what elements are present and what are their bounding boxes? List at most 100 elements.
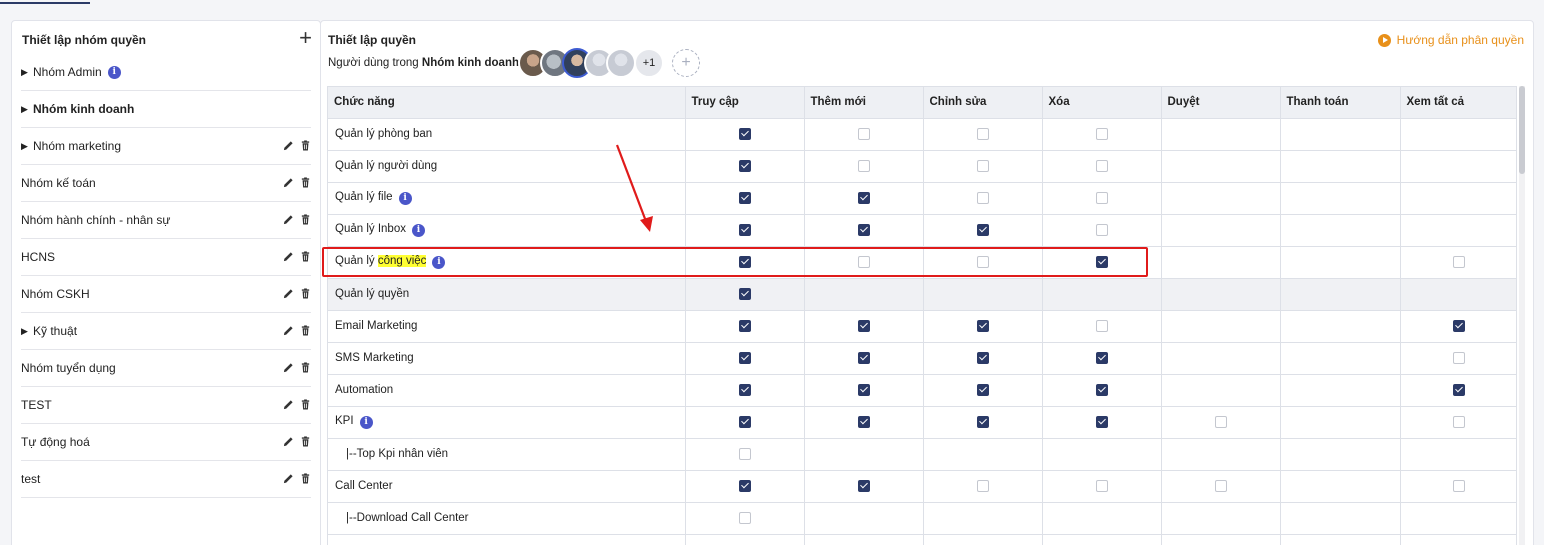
edit-pencil-icon[interactable] xyxy=(283,362,294,373)
group-item[interactable]: ▶ Nhóm marketing xyxy=(21,128,311,165)
edit-pencil-icon[interactable] xyxy=(283,177,294,188)
checkbox-checked[interactable] xyxy=(976,415,989,428)
group-item[interactable]: TEST xyxy=(21,387,311,424)
checkbox-checked[interactable] xyxy=(738,383,751,396)
edit-pencil-icon[interactable] xyxy=(283,325,294,336)
checkbox-checked[interactable] xyxy=(976,351,989,364)
delete-trash-icon[interactable] xyxy=(300,399,311,410)
edit-pencil-icon[interactable] xyxy=(283,399,294,410)
checkbox-unchecked[interactable] xyxy=(1453,351,1465,364)
checkbox-checked[interactable] xyxy=(857,223,870,236)
checkbox-checked[interactable] xyxy=(738,351,751,364)
checkbox-checked[interactable] xyxy=(857,319,870,332)
group-item[interactable]: ▶ Nhóm kinh doanh xyxy=(21,91,311,128)
checkbox-unchecked[interactable] xyxy=(1453,255,1465,268)
caret-right-icon[interactable]: ▶ xyxy=(21,67,33,78)
checkbox-unchecked[interactable] xyxy=(738,447,751,460)
info-icon[interactable]: i xyxy=(432,256,446,269)
checkbox-checked[interactable] xyxy=(1453,383,1465,396)
checkbox-unchecked[interactable] xyxy=(976,479,989,492)
checkbox-unchecked[interactable] xyxy=(1453,479,1465,492)
delete-trash-icon[interactable] xyxy=(300,251,311,262)
table-scrollbar[interactable] xyxy=(1519,86,1525,545)
caret-right-icon[interactable]: ▶ xyxy=(21,141,33,152)
checkbox-checked[interactable] xyxy=(857,191,870,204)
checkbox-unchecked[interactable] xyxy=(976,255,989,268)
avatar-placeholder-icon[interactable] xyxy=(606,48,636,78)
edit-pencil-icon[interactable] xyxy=(283,288,294,299)
delete-trash-icon[interactable] xyxy=(300,473,311,484)
checkbox-unchecked[interactable] xyxy=(976,191,989,204)
group-item[interactable]: ▶ Nhóm Admin i xyxy=(21,54,311,91)
info-icon[interactable]: i xyxy=(398,192,412,205)
checkbox-unchecked[interactable] xyxy=(976,127,989,140)
checkbox-checked[interactable] xyxy=(738,415,751,428)
checkbox-unchecked[interactable] xyxy=(738,511,751,524)
checkbox-checked[interactable] xyxy=(738,479,751,492)
checkbox-unchecked[interactable] xyxy=(1095,127,1108,140)
checkbox-unchecked[interactable] xyxy=(1095,159,1108,172)
checkbox-checked[interactable] xyxy=(857,383,870,396)
group-item[interactable]: HCNS xyxy=(21,239,311,276)
info-icon[interactable]: i xyxy=(411,224,425,237)
checkbox-unchecked[interactable] xyxy=(1095,319,1108,332)
checkbox-checked[interactable] xyxy=(1095,255,1108,268)
checkbox-checked[interactable] xyxy=(857,351,870,364)
caret-right-icon[interactable]: ▶ xyxy=(21,326,33,337)
checkbox-checked[interactable] xyxy=(1095,415,1108,428)
edit-pencil-icon[interactable] xyxy=(283,473,294,484)
checkbox-unchecked[interactable] xyxy=(976,159,989,172)
info-icon[interactable]: i xyxy=(359,416,373,429)
delete-trash-icon[interactable] xyxy=(300,288,311,299)
checkbox-checked[interactable] xyxy=(976,383,989,396)
permission-guide-link[interactable]: Hướng dẫn phân quyền xyxy=(1377,33,1524,47)
checkbox-checked[interactable] xyxy=(738,255,751,268)
checkbox-checked[interactable] xyxy=(857,415,870,428)
checkbox-unchecked[interactable] xyxy=(1095,223,1108,236)
group-item[interactable]: Tự động hoá xyxy=(21,424,311,461)
checkbox-checked[interactable] xyxy=(738,127,751,140)
checkbox-unchecked[interactable] xyxy=(1095,479,1108,492)
edit-pencil-icon[interactable] xyxy=(283,140,294,151)
delete-trash-icon[interactable] xyxy=(300,362,311,373)
add-group-plus-icon[interactable]: + xyxy=(299,27,312,49)
checkbox-unchecked[interactable] xyxy=(1095,191,1108,204)
delete-trash-icon[interactable] xyxy=(300,140,311,151)
checkbox-checked[interactable] xyxy=(1095,383,1108,396)
checkbox-checked[interactable] xyxy=(1453,319,1465,332)
group-item[interactable]: Nhóm kế toán xyxy=(21,165,311,202)
checkbox-checked[interactable] xyxy=(738,223,751,236)
checkbox-checked[interactable] xyxy=(1095,351,1108,364)
group-item[interactable]: test xyxy=(21,461,311,498)
edit-pencil-icon[interactable] xyxy=(283,436,294,447)
edit-pencil-icon[interactable] xyxy=(283,251,294,262)
add-user-button[interactable]: + xyxy=(672,49,700,77)
delete-trash-icon[interactable] xyxy=(300,214,311,225)
group-item[interactable]: Nhóm CSKH xyxy=(21,276,311,313)
delete-trash-icon[interactable] xyxy=(300,436,311,447)
permission-cell xyxy=(1280,342,1401,375)
checkbox-unchecked[interactable] xyxy=(857,255,870,268)
checkbox-checked[interactable] xyxy=(976,223,989,236)
caret-right-icon[interactable]: ▶ xyxy=(21,104,33,115)
checkbox-unchecked[interactable] xyxy=(1214,479,1227,492)
delete-trash-icon[interactable] xyxy=(300,325,311,336)
group-item[interactable]: Nhóm tuyển dụng xyxy=(21,350,311,387)
more-users-badge[interactable]: +1 xyxy=(634,48,664,78)
checkbox-unchecked[interactable] xyxy=(857,159,870,172)
checkbox-unchecked[interactable] xyxy=(1453,415,1465,428)
checkbox-unchecked[interactable] xyxy=(857,127,870,140)
checkbox-checked[interactable] xyxy=(976,319,989,332)
checkbox-checked[interactable] xyxy=(857,479,870,492)
checkbox-checked[interactable] xyxy=(738,159,751,172)
checkbox-unchecked[interactable] xyxy=(1214,415,1227,428)
edit-pencil-icon[interactable] xyxy=(283,214,294,225)
checkbox-checked[interactable] xyxy=(738,287,751,300)
scrollbar-thumb[interactable] xyxy=(1519,86,1525,174)
checkbox-checked[interactable] xyxy=(738,191,751,204)
checkbox-checked[interactable] xyxy=(738,319,751,332)
delete-trash-icon[interactable] xyxy=(300,177,311,188)
info-icon[interactable]: i xyxy=(107,65,121,79)
group-item[interactable]: Nhóm hành chính - nhân sự xyxy=(21,202,311,239)
group-item[interactable]: ▶ Kỹ thuật xyxy=(21,313,311,350)
